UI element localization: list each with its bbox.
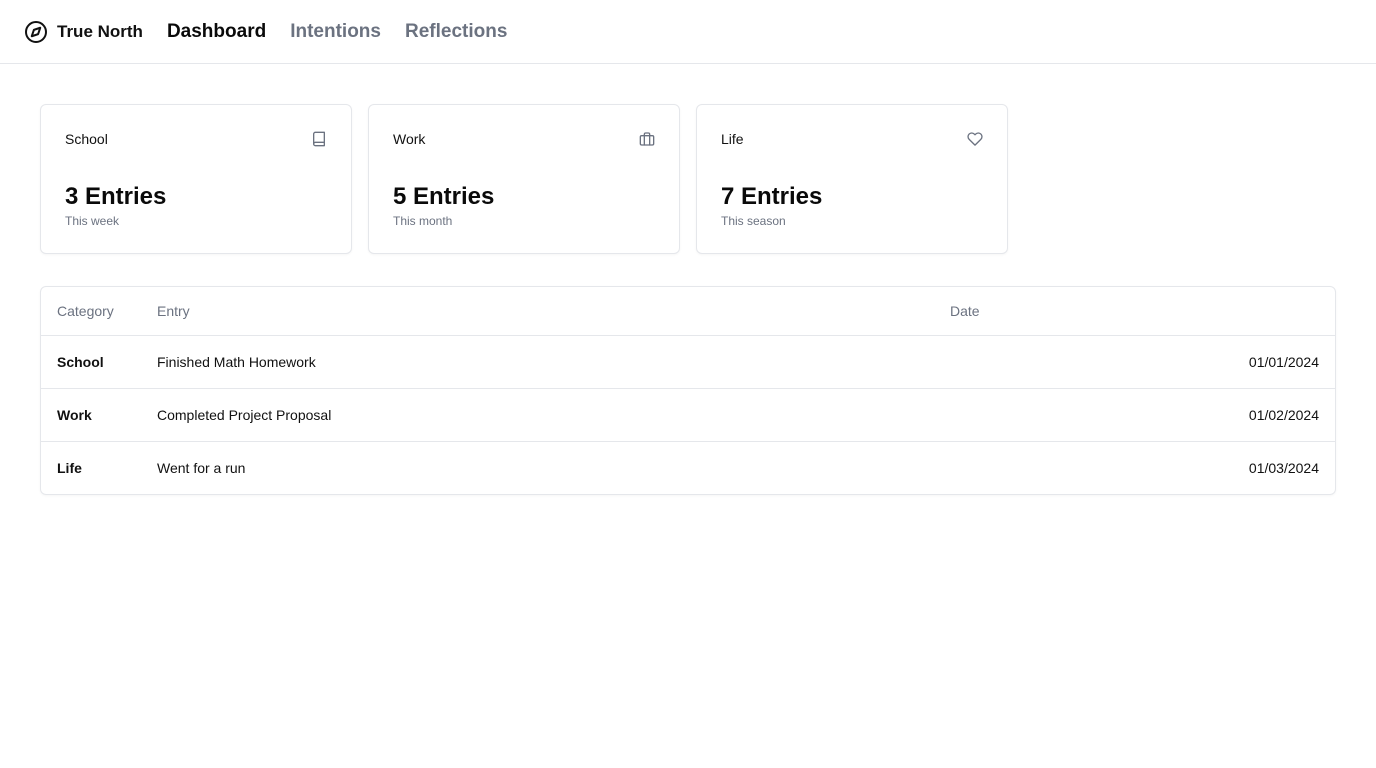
row-entry: Finished Math Homework [157, 335, 950, 389]
card-value: 5 Entries [393, 183, 495, 210]
entries-table: Category Entry Date School Finished Math… [40, 286, 1336, 495]
card-subtitle: This season [721, 214, 786, 228]
table-row[interactable]: Work Completed Project Proposal 01/02/20… [41, 388, 1335, 442]
row-date: 01/01/2024 [950, 335, 1335, 389]
card-title: Work [393, 131, 426, 147]
compass-icon [25, 20, 47, 43]
book-icon [313, 131, 325, 147]
row-date: 01/02/2024 [950, 388, 1335, 442]
card-title: School [65, 131, 108, 147]
column-header-entry: Entry [157, 287, 950, 336]
card-work: Work 5 Entries This month [368, 104, 680, 254]
table-row[interactable]: School Finished Math Homework 01/01/2024 [41, 335, 1335, 389]
card-subtitle: This month [393, 214, 453, 228]
top-navigation-bar: True North Dashboard Intentions Reflecti… [0, 0, 1376, 64]
row-category: School [41, 335, 157, 389]
card-value: 3 Entries [65, 183, 167, 210]
column-header-category: Category [41, 287, 157, 336]
brand[interactable]: True North [24, 20, 143, 44]
card-title: Life [721, 131, 744, 147]
column-header-date: Date [950, 287, 1335, 336]
app-name: True North [57, 21, 143, 41]
row-category: Work [41, 388, 157, 442]
briefcase-icon [639, 132, 655, 146]
summary-cards: School 3 Entries This week Work 5 Entrie… [40, 104, 1008, 254]
heart-icon [967, 132, 983, 146]
card-life: Life 7 Entries This season [696, 104, 1008, 254]
card-school: School 3 Entries This week [40, 104, 352, 254]
card-value: 7 Entries [721, 183, 823, 210]
table-header-row: Category Entry Date [41, 287, 1335, 336]
nav-link-intentions[interactable]: Intentions [290, 21, 381, 43]
row-entry: Went for a run [157, 459, 246, 476]
row-category: Life [57, 459, 82, 476]
nav-link-reflections[interactable]: Reflections [405, 21, 507, 43]
row-date: 01/03/2024 [1248, 459, 1319, 476]
nav-link-dashboard[interactable]: Dashboard [167, 21, 266, 43]
row-entry: Completed Project Proposal [157, 388, 950, 442]
card-subtitle: This week [65, 214, 120, 228]
table-row[interactable]: Life Went for a run 01/03/2024 [41, 441, 1335, 494]
